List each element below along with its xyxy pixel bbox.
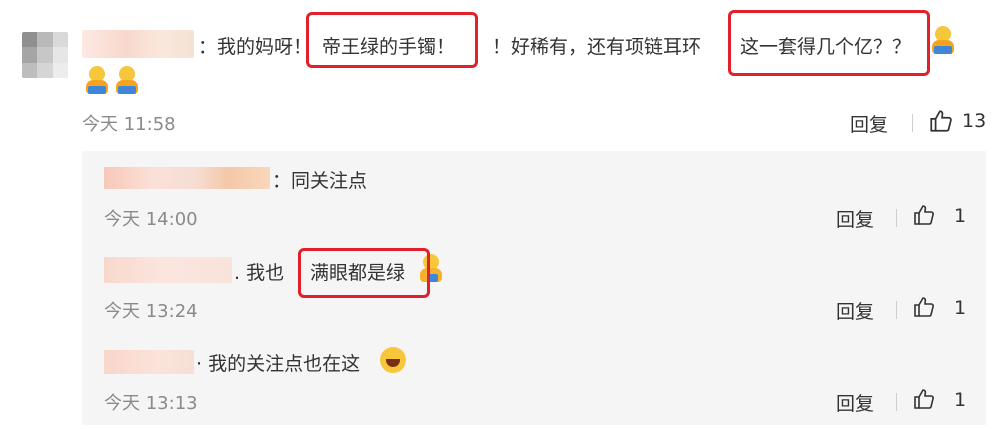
highlight-box (728, 10, 930, 76)
reply-button[interactable]: 回复 (836, 205, 874, 232)
like-count: 1 (954, 297, 967, 319)
like-button[interactable] (912, 203, 936, 227)
avatar[interactable] (22, 32, 68, 78)
reply-button[interactable]: 回复 (836, 389, 874, 416)
thumbs-up-icon (930, 110, 952, 132)
laughing-emoji-icon (380, 347, 406, 373)
reply-text: . 我也 (234, 262, 285, 284)
comment-text-a: ：我的妈呀！ (198, 36, 313, 58)
like-count: 1 (954, 389, 967, 411)
like-count: 1 (954, 205, 967, 227)
comment-timestamp: 今天 11:58 (82, 114, 176, 135)
thumbs-up-icon (914, 297, 934, 317)
like-button[interactable] (912, 295, 936, 319)
username-blurred[interactable] (104, 257, 232, 283)
divider (896, 393, 897, 411)
reply-button[interactable]: 回复 (850, 110, 888, 137)
username-blurred[interactable] (104, 350, 194, 374)
reading-emoji-icon (930, 26, 956, 56)
like-button[interactable] (928, 108, 954, 134)
like-count: 13 (962, 110, 987, 132)
reading-emoji-icon (114, 66, 140, 96)
highlight-box (306, 12, 478, 68)
reply-timestamp: 今天 13:13 (104, 393, 198, 414)
replies-panel (82, 151, 986, 425)
divider (896, 209, 897, 227)
reply-text: · 我的关注点也在这 (196, 353, 361, 375)
highlight-box (298, 248, 430, 298)
divider (912, 114, 913, 132)
reply-text: ：同关注点 (272, 170, 368, 192)
reply-timestamp: 今天 13:24 (104, 301, 198, 322)
comment-text-b: ！好稀有，还有项链耳环 (492, 36, 702, 58)
divider (896, 301, 897, 319)
like-button[interactable] (912, 387, 936, 411)
username-blurred[interactable] (104, 167, 270, 189)
reply-button[interactable]: 回复 (836, 297, 874, 324)
thumbs-up-icon (914, 389, 934, 409)
reading-emoji-icon (84, 66, 110, 96)
username-blurred[interactable] (82, 30, 194, 58)
thumbs-up-icon (914, 205, 934, 225)
reply-timestamp: 今天 14:00 (104, 209, 198, 230)
